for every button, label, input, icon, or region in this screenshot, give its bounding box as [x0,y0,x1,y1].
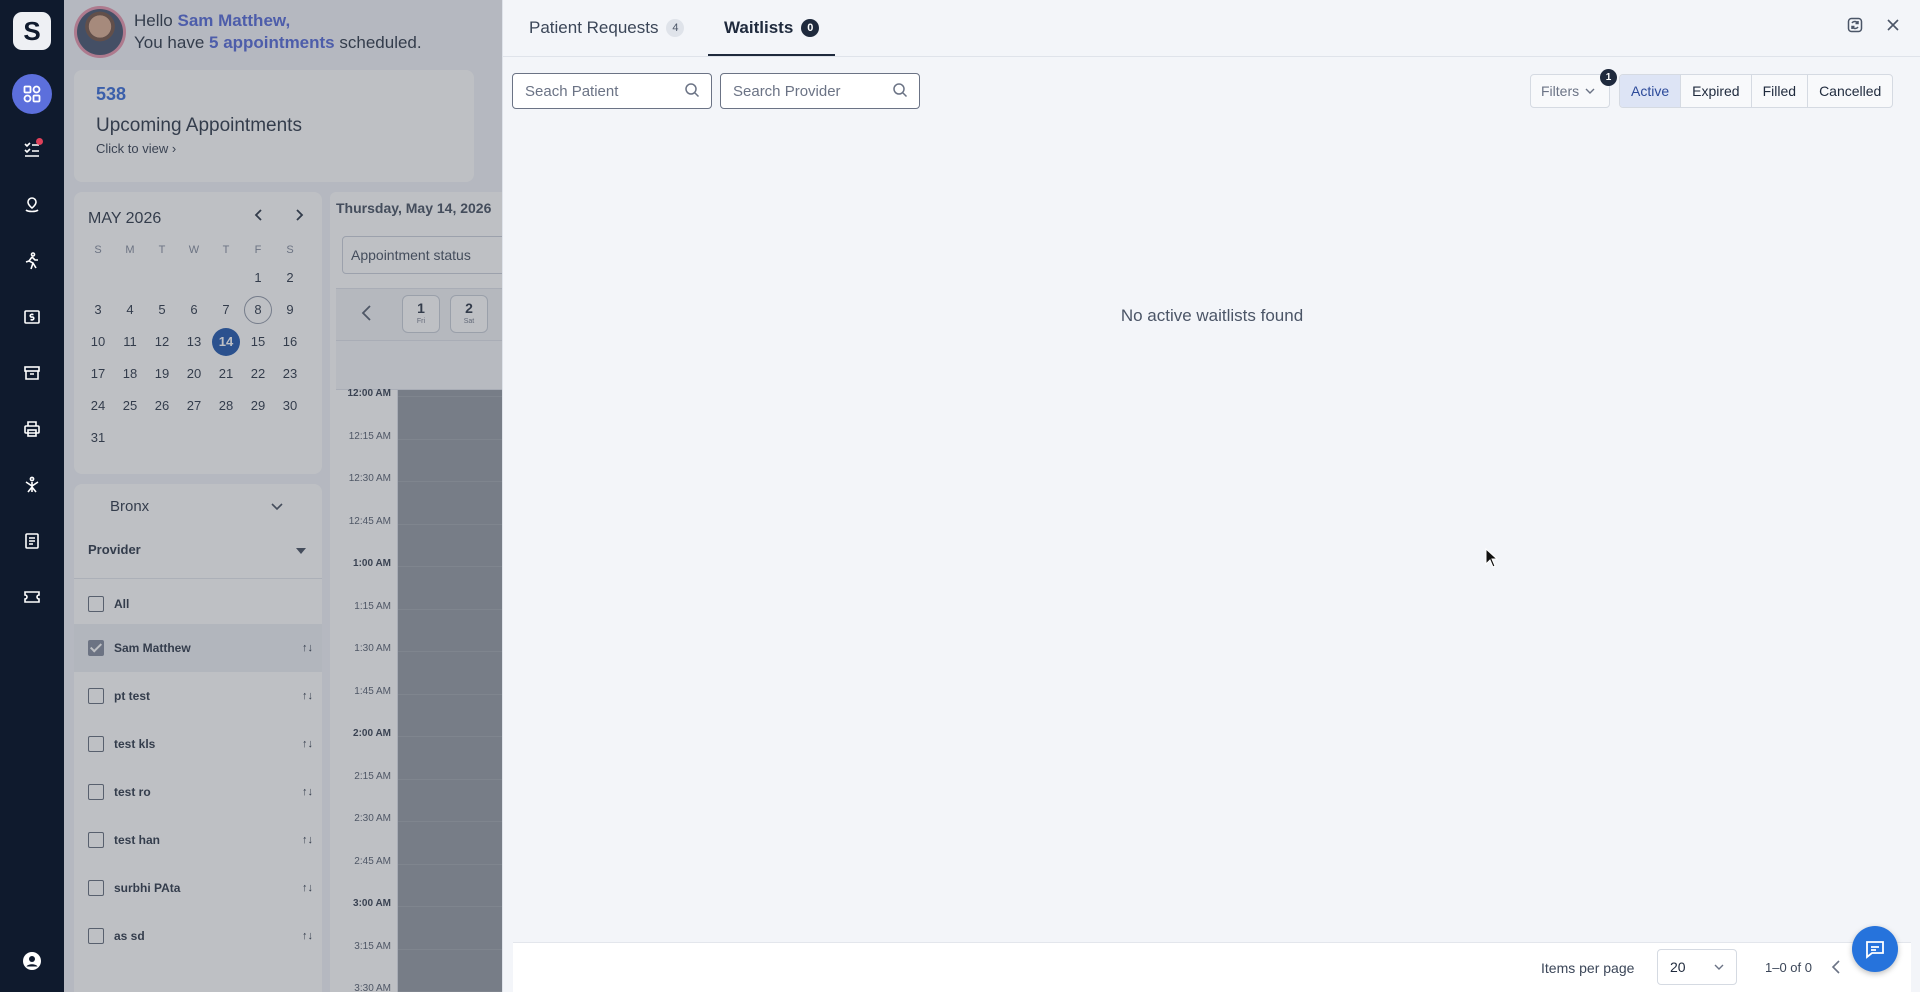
close-icon[interactable] [1885,17,1901,33]
chat-button[interactable] [1852,926,1898,972]
billing-icon[interactable] [12,297,52,337]
filters-label: Filters [1541,83,1580,99]
waitlist-drawer: Patient Requests 4 Waitlists 0 Filters 1… [502,0,1920,992]
notes-icon[interactable] [12,521,52,561]
search-icon[interactable] [684,82,700,98]
tab-badge: 4 [666,19,685,37]
chevron-down-icon [1585,87,1595,95]
drawer-tabs: Patient Requests 4 Waitlists 0 [503,0,1920,57]
vitals-icon[interactable] [12,185,52,225]
tab-badge: 0 [801,19,820,37]
pagination-footer: Items per page 20 1–0 of 0 [513,942,1911,992]
refresh-icon[interactable] [1847,17,1863,33]
exercise-icon[interactable] [12,241,52,281]
segment-active[interactable]: Active [1620,75,1681,107]
tasks-icon[interactable] [12,129,52,169]
tab-waitlists[interactable]: Waitlists 0 [707,0,836,56]
pagination-range: 1–0 of 0 [1765,960,1812,975]
dashboard-icon[interactable] [12,74,52,114]
ticket-icon[interactable] [12,577,52,617]
left-nav: S [0,0,64,992]
search-provider-input[interactable] [720,73,920,109]
search-icon[interactable] [892,82,908,98]
app-logo[interactable]: S [13,12,51,50]
segment-filled[interactable]: Filled [1750,75,1807,107]
chat-icon [1864,938,1886,960]
therapy-icon[interactable] [12,465,52,505]
archive-icon[interactable] [12,353,52,393]
items-per-page-value: 20 [1670,959,1686,975]
tab-label: Waitlists [724,18,794,37]
status-segmented-control: Active Expired Filled Cancelled [1619,74,1894,108]
empty-state-message: No active waitlists found [1120,306,1304,325]
segment-cancelled[interactable]: Cancelled [1807,75,1892,107]
modal-backdrop[interactable] [64,0,502,992]
filters-count-badge: 1 [1600,69,1617,86]
items-per-page-select[interactable]: 20 [1657,949,1737,985]
chevron-down-icon [1714,950,1724,984]
profile-icon[interactable] [12,941,52,981]
search-patient-input[interactable] [512,73,712,109]
printer-icon[interactable] [12,409,52,449]
tab-label: Patient Requests [529,18,659,37]
segment-expired[interactable]: Expired [1680,75,1750,107]
filters-button[interactable]: Filters 1 [1530,69,1617,108]
chevron-left-icon[interactable] [1831,957,1843,977]
items-per-page-label: Items per page [1541,960,1635,976]
tab-patient-requests[interactable]: Patient Requests 4 [529,0,685,56]
mouse-cursor-icon [1485,548,1499,568]
